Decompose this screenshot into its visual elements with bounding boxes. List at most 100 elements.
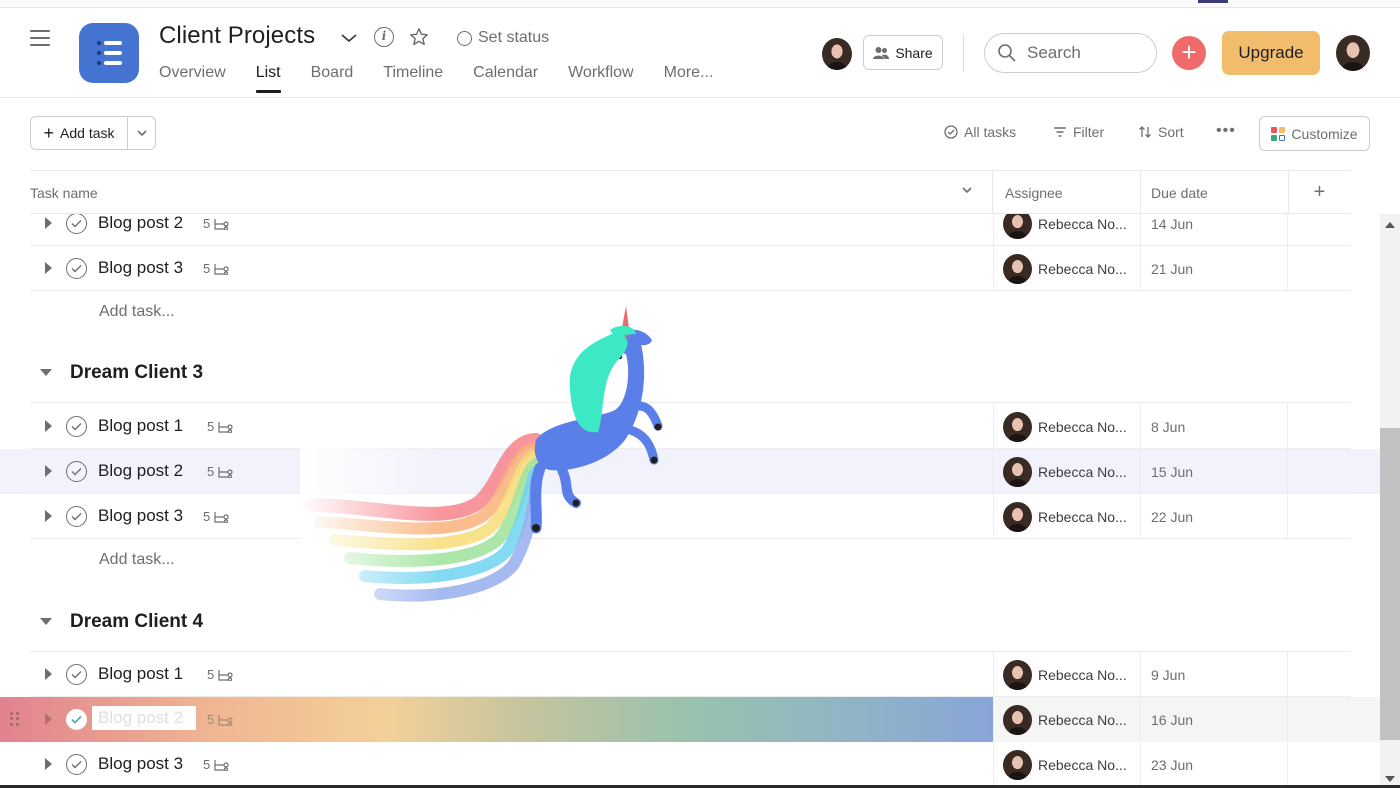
add-task-button[interactable]: + Add task bbox=[31, 117, 128, 149]
section-name[interactable]: Dream Client 4 bbox=[70, 611, 203, 633]
more-options-icon[interactable]: ••• bbox=[1216, 122, 1236, 140]
drag-handle-icon[interactable] bbox=[10, 712, 20, 726]
section-name[interactable]: Dream Client 3 bbox=[70, 362, 203, 384]
task-name[interactable]: Blog post 2 bbox=[98, 214, 183, 233]
expand-icon[interactable] bbox=[45, 465, 52, 477]
due-date-cell[interactable]: 21 Jun bbox=[1140, 246, 1288, 291]
search-box[interactable] bbox=[984, 33, 1157, 73]
member-avatar[interactable] bbox=[822, 38, 852, 70]
due-date-cell[interactable]: 14 Jun bbox=[1140, 214, 1288, 246]
task-name[interactable]: Blog post 3 bbox=[98, 258, 183, 278]
tab-list[interactable]: List bbox=[255, 64, 281, 93]
complete-checkbox[interactable] bbox=[66, 506, 87, 527]
task-name[interactable]: Blog post 3 bbox=[98, 754, 183, 774]
subtask-count[interactable]: 5 bbox=[203, 261, 229, 276]
column-task-name[interactable]: Task name bbox=[30, 171, 992, 214]
due-date-cell[interactable]: 23 Jun bbox=[1140, 742, 1288, 787]
sort-button[interactable]: Sort bbox=[1138, 124, 1184, 140]
subtask-count[interactable]: 5 bbox=[203, 757, 229, 772]
complete-checkbox[interactable] bbox=[66, 258, 87, 279]
task-row[interactable]: Blog post 3 5 Rebecca No... 23 Jun bbox=[0, 742, 1380, 787]
assignee-cell[interactable]: Rebecca No... bbox=[993, 652, 1140, 697]
assignee-cell[interactable]: Rebecca No... bbox=[993, 742, 1140, 787]
assignee-cell[interactable]: Rebecca No... bbox=[993, 494, 1140, 539]
task-row-hovered[interactable]: Blog post 2 5 Rebecca No... 15 Jun bbox=[0, 449, 1380, 494]
star-icon[interactable] bbox=[408, 26, 430, 48]
assignee-cell[interactable]: Rebecca No... bbox=[993, 246, 1140, 291]
quick-add-button[interactable]: + bbox=[1172, 36, 1206, 70]
task-row-completed-celebration[interactable]: Blog post 2 5 Rebecca No... 16 Jun bbox=[0, 697, 1380, 742]
assignee-cell[interactable]: Rebecca No... bbox=[993, 697, 1140, 742]
scrollbar-thumb[interactable] bbox=[1380, 428, 1400, 740]
project-title[interactable]: Client Projects bbox=[159, 22, 315, 50]
vertical-scrollbar[interactable] bbox=[1380, 214, 1400, 788]
subtask-count[interactable]: 5 bbox=[203, 509, 229, 524]
complete-checkbox[interactable] bbox=[66, 754, 87, 775]
task-name[interactable]: Blog post 3 bbox=[98, 506, 183, 526]
info-icon[interactable]: i bbox=[374, 27, 394, 47]
task-name[interactable]: Blog post 2 bbox=[98, 461, 183, 481]
complete-checkbox[interactable] bbox=[66, 416, 87, 437]
all-tasks-filter[interactable]: All tasks bbox=[944, 124, 1016, 140]
due-date-cell[interactable]: 8 Jun bbox=[1140, 404, 1288, 449]
user-avatar[interactable] bbox=[1336, 35, 1370, 71]
add-task-inline[interactable]: Add task... bbox=[99, 303, 175, 321]
task-name[interactable]: Blog post 1 bbox=[98, 416, 183, 436]
expand-icon[interactable] bbox=[45, 758, 52, 770]
assignee-cell[interactable]: Rebecca No... bbox=[993, 404, 1140, 449]
hamburger-menu-icon[interactable] bbox=[28, 28, 52, 48]
chevron-down-icon[interactable] bbox=[339, 30, 359, 46]
task-row[interactable]: Blog post 2 5 Rebecca No... 14 Jun bbox=[0, 214, 1380, 246]
tab-workflow[interactable]: Workflow bbox=[568, 64, 634, 92]
expand-icon[interactable] bbox=[45, 510, 52, 522]
due-date-cell[interactable]: 16 Jun bbox=[1140, 697, 1288, 742]
scroll-up-arrow-icon[interactable] bbox=[1385, 222, 1395, 228]
due-date-cell[interactable]: 15 Jun bbox=[1140, 449, 1288, 494]
search-input[interactable] bbox=[1027, 43, 1137, 63]
add-column-button[interactable]: + bbox=[1288, 171, 1350, 214]
collapse-section-icon[interactable] bbox=[40, 369, 52, 376]
task-name[interactable]: Blog post 2 bbox=[92, 706, 196, 730]
task-row[interactable]: Blog post 1 5 Rebecca No... 9 Jun bbox=[0, 652, 1380, 697]
expand-icon[interactable] bbox=[45, 668, 52, 680]
task-name[interactable]: Blog post 1 bbox=[98, 664, 183, 684]
add-task-inline[interactable]: Add task... bbox=[99, 551, 175, 569]
set-status-button[interactable]: Set status bbox=[457, 29, 549, 47]
tab-overview[interactable]: Overview bbox=[159, 64, 226, 92]
task-row[interactable]: Blog post 3 5 Rebecca No... 21 Jun bbox=[0, 246, 1380, 291]
tab-calendar[interactable]: Calendar bbox=[473, 64, 538, 92]
expand-icon[interactable] bbox=[45, 262, 52, 274]
subtask-count[interactable]: 5 bbox=[207, 667, 233, 682]
upgrade-button[interactable]: Upgrade bbox=[1222, 31, 1320, 75]
subtask-count[interactable]: 5 bbox=[203, 216, 229, 231]
tab-timeline[interactable]: Timeline bbox=[383, 64, 443, 92]
column-assignee[interactable]: Assignee bbox=[992, 171, 1140, 214]
column-due-date[interactable]: Due date bbox=[1140, 171, 1288, 214]
scroll-down-arrow-icon[interactable] bbox=[1385, 776, 1395, 782]
complete-checkbox[interactable] bbox=[66, 214, 87, 234]
share-button[interactable]: Share bbox=[863, 35, 943, 70]
assignee-cell[interactable]: Rebecca No... bbox=[993, 214, 1140, 246]
subtask-count[interactable]: 5 bbox=[207, 419, 233, 434]
add-task-dropdown[interactable] bbox=[128, 117, 155, 149]
customize-button[interactable]: Customize bbox=[1259, 116, 1370, 151]
due-date-cell[interactable]: 22 Jun bbox=[1140, 494, 1288, 539]
subtask-count[interactable]: 5 bbox=[207, 464, 233, 479]
expand-icon[interactable] bbox=[45, 217, 52, 229]
tab-board[interactable]: Board bbox=[311, 64, 354, 92]
complete-checkbox[interactable] bbox=[66, 664, 87, 685]
tab-more[interactable]: More... bbox=[664, 64, 714, 92]
expand-icon[interactable] bbox=[45, 420, 52, 432]
chevron-down-icon[interactable] bbox=[960, 185, 974, 195]
collapse-section-icon[interactable] bbox=[40, 618, 52, 625]
task-row[interactable]: Blog post 3 5 Rebecca No... 22 Jun bbox=[0, 494, 1380, 539]
complete-checkbox-checked[interactable] bbox=[66, 709, 87, 730]
subtask-count-value: 5 bbox=[207, 667, 215, 682]
assignee-cell[interactable]: Rebecca No... bbox=[993, 449, 1140, 494]
due-date-cell[interactable]: 9 Jun bbox=[1140, 652, 1288, 697]
complete-checkbox[interactable] bbox=[66, 461, 87, 482]
subtask-count[interactable]: 5 bbox=[207, 712, 233, 727]
filter-button[interactable]: Filter bbox=[1053, 124, 1104, 140]
expand-icon[interactable] bbox=[45, 713, 52, 725]
task-row[interactable]: Blog post 1 5 Rebecca No... 8 Jun bbox=[0, 404, 1380, 449]
